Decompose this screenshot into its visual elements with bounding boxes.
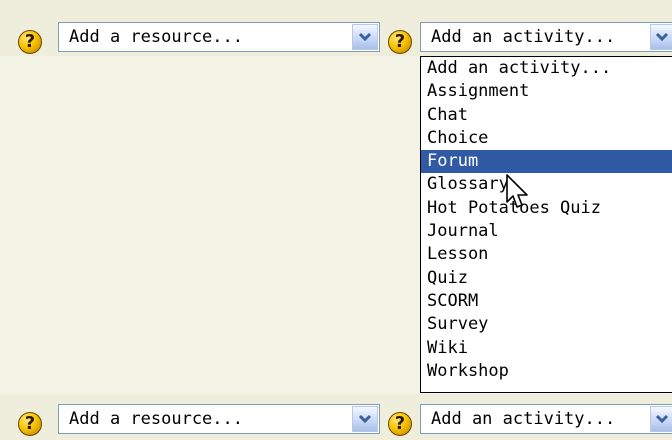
dropdown-option-lesson[interactable]: Lesson bbox=[421, 243, 672, 266]
top-add-controls: ? Add a resource... ? Add an activity... bbox=[0, 18, 672, 58]
chevron-down-icon[interactable] bbox=[650, 24, 672, 50]
dropdown-option-forum[interactable]: Forum bbox=[421, 150, 672, 174]
activity-dropdown-list[interactable]: Add an activity... Assignment Chat Choic… bbox=[420, 56, 672, 393]
chevron-down-icon[interactable] bbox=[352, 406, 378, 432]
dropdown-option-add-activity[interactable]: Add an activity... bbox=[421, 57, 672, 80]
add-resource-select[interactable]: Add a resource... bbox=[58, 22, 380, 52]
dropdown-option-wiki[interactable]: Wiki bbox=[421, 337, 672, 360]
help-icon[interactable]: ? bbox=[388, 30, 412, 54]
dropdown-option-quiz[interactable]: Quiz bbox=[421, 267, 672, 290]
add-activity-select[interactable]: Add an activity... bbox=[420, 22, 672, 52]
dropdown-option-journal[interactable]: Journal bbox=[421, 220, 672, 243]
add-resource-selected-value: Add a resource... bbox=[69, 409, 243, 429]
add-activity-selected-value: Add an activity... bbox=[431, 409, 616, 429]
dropdown-option-choice[interactable]: Choice bbox=[421, 127, 672, 150]
help-icon[interactable]: ? bbox=[388, 412, 412, 436]
dropdown-option-chat[interactable]: Chat bbox=[421, 104, 672, 127]
dropdown-option-scorm[interactable]: SCORM bbox=[421, 290, 672, 313]
add-activity-selected-value: Add an activity... bbox=[431, 27, 616, 47]
chevron-down-icon[interactable] bbox=[352, 24, 378, 50]
dropdown-option-survey[interactable]: Survey bbox=[421, 313, 672, 336]
bottom-add-controls: ? Add a resource... ? Add an activity... bbox=[0, 400, 672, 440]
dropdown-option-assignment[interactable]: Assignment bbox=[421, 80, 672, 103]
help-icon[interactable]: ? bbox=[18, 412, 42, 436]
help-icon[interactable]: ? bbox=[18, 30, 42, 54]
add-resource-select[interactable]: Add a resource... bbox=[58, 404, 380, 434]
chevron-down-icon[interactable] bbox=[650, 406, 672, 432]
add-resource-selected-value: Add a resource... bbox=[69, 27, 243, 47]
dropdown-option-hot-potatoes-quiz[interactable]: Hot Potatoes Quiz bbox=[421, 197, 672, 220]
dropdown-option-workshop[interactable]: Workshop bbox=[421, 360, 672, 383]
add-activity-select[interactable]: Add an activity... bbox=[420, 404, 672, 434]
dropdown-option-glossary[interactable]: Glossary bbox=[421, 173, 672, 196]
